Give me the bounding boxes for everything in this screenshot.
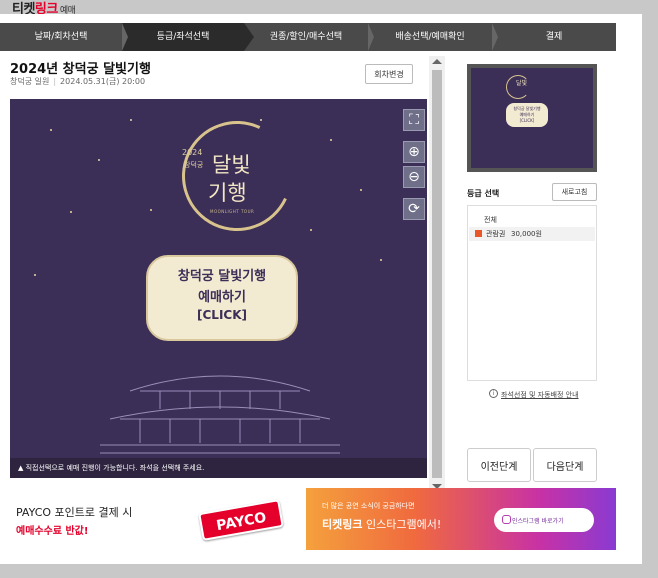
- minimap-title: 달빛: [516, 80, 528, 87]
- step-delivery: 배송선택/예매확인: [368, 23, 498, 51]
- poster-title-2: 기행: [208, 181, 247, 205]
- minimap[interactable]: 달빛 창덕궁 달빛기행 예매하기 [CLICK]: [467, 64, 597, 172]
- event-title: 2024년 창덕궁 달빛기행: [10, 62, 151, 77]
- star: [130, 119, 132, 121]
- cta-line-3: [CLICK]: [197, 308, 247, 322]
- step-bar: 날짜/회차선택 등급/좌석선택 권종/할인/매수선택 배송선택/예매확인 결제: [0, 23, 616, 51]
- brand-bar: 티켓링크 예매: [0, 0, 658, 17]
- star: [330, 139, 332, 141]
- star: [380, 259, 382, 261]
- book-cta-button[interactable]: 창덕궁 달빛기행 예매하기 [CLICK]: [146, 255, 298, 341]
- seatmap-scrollbar[interactable]: [429, 56, 445, 492]
- star: [50, 129, 52, 131]
- step-date: 날짜/회차선택: [0, 23, 128, 51]
- change-session-button[interactable]: 회차변경: [365, 64, 413, 84]
- poster-en: MOONLIGHT TOUR: [210, 209, 255, 214]
- cta-line-2: 예매하기: [198, 290, 246, 305]
- grade-name: 관람권: [486, 230, 506, 238]
- star: [150, 209, 152, 211]
- scroll-up-icon[interactable]: [432, 59, 442, 64]
- star: [34, 274, 36, 276]
- minimap-cta: 창덕궁 달빛기행 예매하기 [CLICK]: [506, 103, 548, 127]
- poster-palace: 창덕궁: [184, 161, 204, 169]
- grade-price: 30,000원: [511, 230, 542, 238]
- insta-line-1: 더 많은 공연 소식이 궁금하다면: [322, 502, 415, 510]
- poster-title-1: 달빛: [212, 153, 251, 177]
- event-venue: 창덕궁 일원: [10, 77, 50, 86]
- info-icon: i: [489, 389, 498, 398]
- grade-color-swatch: [475, 230, 482, 237]
- prev-step-button[interactable]: 이전단계: [467, 448, 531, 482]
- star: [360, 189, 362, 191]
- instagram-icon: [502, 515, 511, 524]
- payco-line-1: PAYCO 포인트로 결제 시: [16, 506, 133, 519]
- zoom-out-icon[interactable]: ⊖: [403, 166, 425, 188]
- payco-line-2: 예매수수료 반값!: [16, 526, 89, 537]
- fit-screen-icon[interactable]: ⛶: [403, 109, 425, 131]
- step-seat: 등급/좌석선택: [122, 23, 254, 51]
- booking-window: 날짜/회차선택 등급/좌석선택 권종/할인/매수선택 배송선택/예매확인 결제 …: [0, 14, 642, 564]
- grade-item[interactable]: 관람권 30,000원: [469, 227, 595, 241]
- event-meta: 창덕궁 일원 | 2024.05.31(금) 20:00: [10, 77, 146, 86]
- palace-illustration: [100, 375, 340, 454]
- selection-notice: ▲ 직접선택으로 예매 진행이 가능합니다. 좌석을 선택해 주세요.: [10, 458, 427, 478]
- cta-line-1: 창덕궁 달빛기행: [177, 269, 267, 284]
- star: [70, 211, 72, 213]
- star: [310, 229, 312, 231]
- refresh-icon[interactable]: ⟳: [403, 198, 425, 220]
- grade-list: 전체 관람권 30,000원: [467, 205, 597, 381]
- insta-line-2: 티켓링크 인스타그램에서!: [322, 518, 442, 531]
- grade-label: 등급 선택: [467, 189, 500, 198]
- zoom-in-icon[interactable]: ⊕: [403, 141, 425, 163]
- step-payment: 결제: [545, 32, 563, 42]
- step-ticket-type: 권종/할인/매수선택: [244, 23, 374, 51]
- star: [260, 119, 262, 121]
- event-datetime: 2024.05.31(금) 20:00: [60, 77, 146, 86]
- map-tools: ⛶ ⊕ ⊖ ⟳: [403, 109, 425, 230]
- seat-map[interactable]: 2024 창덕궁 달빛 기행 MOONLIGHT TOUR 창덕궁 달빛기행 예…: [10, 99, 427, 478]
- grade-all[interactable]: 전체: [484, 215, 497, 225]
- payco-logo: PAYCO: [198, 499, 284, 541]
- instagram-button[interactable]: 인스타그램 바로가기: [494, 508, 594, 532]
- next-step-button[interactable]: 다음단계: [533, 448, 597, 482]
- refresh-button[interactable]: 새로고침: [552, 183, 597, 201]
- instagram-banner[interactable]: 더 많은 공연 소식이 궁금하다면 티켓링크 인스타그램에서! 인스타그램 바로…: [306, 488, 616, 550]
- star: [98, 159, 100, 161]
- poster-year: 2024: [182, 148, 203, 157]
- scroll-thumb[interactable]: [432, 70, 442, 478]
- seat-assign-info-link[interactable]: 좌석선점 및 자동배정 안내: [501, 390, 579, 400]
- payco-banner[interactable]: PAYCO 포인트로 결제 시 예매수수료 반값! PAYCO: [10, 488, 303, 550]
